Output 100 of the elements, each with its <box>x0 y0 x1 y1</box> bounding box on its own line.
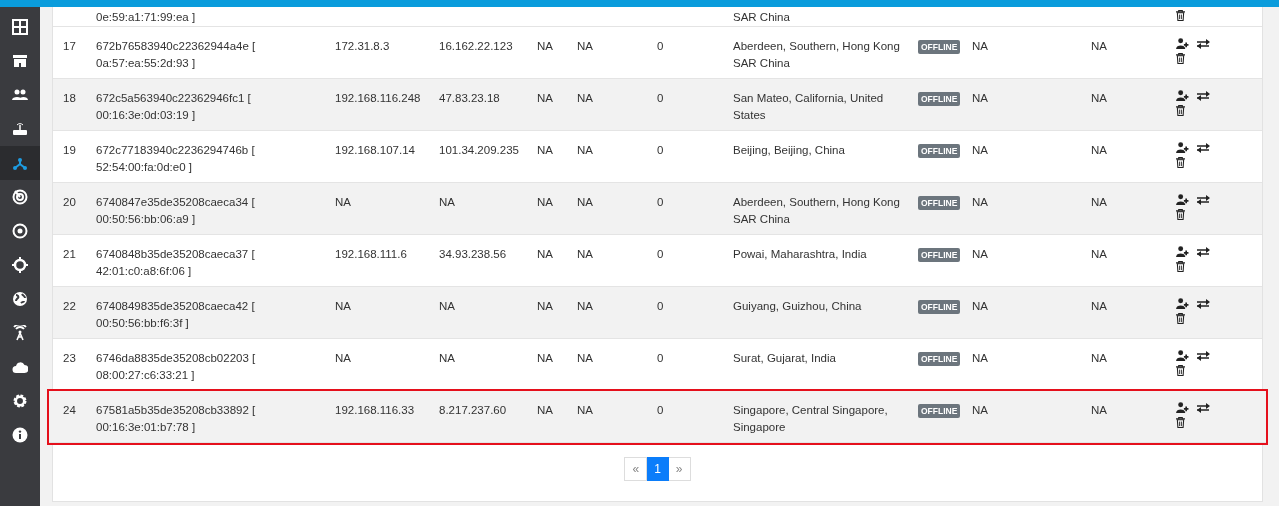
location: Surat, Gujarat, India <box>733 351 837 366</box>
trash-icon[interactable] <box>1176 157 1185 168</box>
add-user-icon[interactable] <box>1176 38 1189 49</box>
table-cell-text: 0 <box>657 39 664 54</box>
add-user-icon[interactable] <box>1176 194 1189 205</box>
status-badge: OFFLINE <box>918 40 961 54</box>
trash-icon[interactable] <box>1176 105 1185 116</box>
trash-icon[interactable] <box>1176 53 1185 64</box>
add-user-icon[interactable] <box>1176 246 1189 257</box>
status-badge: OFFLINE <box>918 404 961 418</box>
local-ip: 192.168.116.33 <box>335 403 415 418</box>
local-ip: 192.168.111.6 <box>335 247 407 262</box>
public-ip: NA <box>439 299 455 314</box>
row-number: 22 <box>63 299 76 314</box>
sidebar-item[interactable] <box>0 146 40 180</box>
table-cell-text: NA <box>537 299 553 314</box>
swap-icon[interactable] <box>1197 90 1210 101</box>
local-ip: 192.168.107.14 <box>335 143 415 158</box>
trash-icon[interactable] <box>1176 209 1185 220</box>
table-cell-text: NA <box>972 143 988 158</box>
local-ip: NA <box>335 299 351 314</box>
table-cell-text: NA <box>537 403 553 418</box>
table-cell-text: 0 <box>657 299 664 314</box>
table-cell-text: NA <box>1091 195 1107 210</box>
row-number: 18 <box>63 91 76 106</box>
public-ip: 16.162.22.123 <box>439 39 513 54</box>
swap-icon[interactable] <box>1197 402 1210 413</box>
swap-icon[interactable] <box>1197 350 1210 361</box>
grid-icon <box>12 19 28 35</box>
table-cell-text: 0 <box>657 91 664 106</box>
table-cell-text: NA <box>577 247 593 262</box>
public-ip: 101.34.209.235 <box>439 143 519 158</box>
public-ip: NA <box>439 195 455 210</box>
table-cell-text: NA <box>577 403 593 418</box>
settings-icon <box>12 393 28 409</box>
table-cell-text: NA <box>1091 299 1107 314</box>
swap-icon[interactable] <box>1197 298 1210 309</box>
location: Guiyang, Guizhou, China <box>733 299 863 314</box>
table-cell-text: NA <box>1091 247 1107 262</box>
device-id: 672c77183940c2236294746b [ 52:54:00:fa:0d:e0 ] <box>96 143 255 175</box>
add-user-icon[interactable] <box>1176 90 1189 101</box>
table-cell-text: NA <box>577 91 593 106</box>
store-icon <box>12 53 28 69</box>
trash-icon[interactable] <box>1176 365 1185 376</box>
status-badge: OFFLINE <box>918 92 961 106</box>
device-id: 6740848b35de35208caeca37 [ 42:01:c0:a8:6f:06 ] <box>96 247 255 279</box>
row-number: 19 <box>63 143 76 158</box>
local-ip: NA <box>335 195 351 210</box>
globe-icon <box>12 291 28 307</box>
table-cell-text: NA <box>1091 39 1107 54</box>
table-cell-text: NA <box>1091 351 1107 366</box>
target-icon <box>12 223 28 239</box>
router-icon <box>12 121 28 137</box>
row-number: 21 <box>63 247 76 262</box>
table-cell-text: NA <box>972 39 988 54</box>
antenna-icon <box>12 325 28 341</box>
row-number: 23 <box>63 351 76 366</box>
cloud-icon <box>12 359 28 375</box>
row-number: 24 <box>63 403 76 418</box>
device-id: 672b76583940c22362944a4e [ 0a:57:ea:55:2d:93 ] <box>96 39 256 71</box>
device-id: 6746da8835de35208cb02203 [ 08:00:27:c6:33:21 ] <box>96 351 256 383</box>
table-cell-text: NA <box>972 299 988 314</box>
local-ip: NA <box>335 351 351 366</box>
add-user-icon[interactable] <box>1176 142 1189 153</box>
info-icon <box>12 427 28 443</box>
location: Aberdeen, Southern, Hong Kong SAR China <box>733 39 901 71</box>
public-ip: 8.217.237.60 <box>439 403 507 418</box>
table-cell-text: NA <box>537 91 553 106</box>
add-user-icon[interactable] <box>1176 298 1189 309</box>
add-user-icon[interactable] <box>1176 350 1189 361</box>
page-button[interactable]: 1 <box>647 457 669 481</box>
add-user-icon[interactable] <box>1176 402 1189 413</box>
swap-icon[interactable] <box>1197 246 1210 257</box>
swap-icon[interactable] <box>1197 142 1210 153</box>
device-id: 6740847e35de35208caeca34 [ 00:50:56:bb:06:a9 ] <box>96 195 255 227</box>
trash-icon[interactable] <box>1176 261 1185 272</box>
device-id: 67581a5b35de35208cb33892 [ 00:16:3e:01:b7:78 ] <box>96 403 256 435</box>
swap-icon[interactable] <box>1197 38 1210 49</box>
crosshair-icon <box>12 257 28 273</box>
status-badge: OFFLINE <box>918 248 961 262</box>
location: Powai, Maharashtra, India <box>733 247 868 262</box>
status-badge: OFFLINE <box>918 352 961 366</box>
network-icon <box>12 155 28 171</box>
swap-icon[interactable] <box>1197 194 1210 205</box>
table-cell-text: 0 <box>657 351 664 366</box>
previous-page-button[interactable]: « <box>624 457 648 481</box>
table-cell-text: NA <box>972 195 988 210</box>
local-ip: 192.168.116.248 <box>335 91 421 106</box>
trash-icon[interactable] <box>1176 10 1185 21</box>
device-id: 6740849835de35208caeca42 [ 00:50:56:bb:f6:3f ] <box>96 299 255 331</box>
next-page-button[interactable]: » <box>668 457 691 481</box>
mac-address: 0e:59:a1:71:99:ea ] <box>96 10 196 25</box>
table-cell-text: 0 <box>657 403 664 418</box>
table-cell-text: NA <box>577 143 593 158</box>
trash-icon[interactable] <box>1176 417 1185 428</box>
table-cell-text: NA <box>972 403 988 418</box>
table-cell-text: NA <box>1091 403 1107 418</box>
table-cell-text: NA <box>972 351 988 366</box>
location: Beijing, Beijing, China <box>733 143 846 158</box>
trash-icon[interactable] <box>1176 313 1185 324</box>
